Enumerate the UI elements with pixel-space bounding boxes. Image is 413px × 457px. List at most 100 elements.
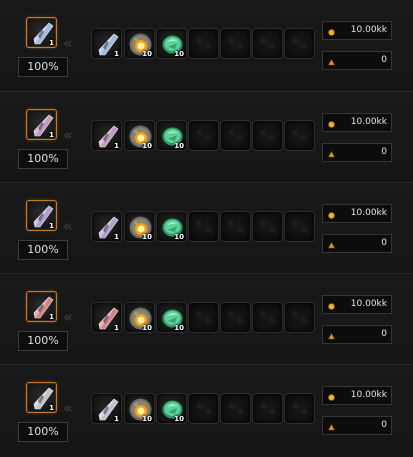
- currency-icon: [327, 148, 336, 165]
- material-slot[interactable]: 1: [91, 211, 122, 242]
- gold-cost-value: 10.00kk: [350, 208, 387, 218]
- material-qty: 1: [114, 415, 119, 423]
- result-item-slot[interactable]: 1: [26, 291, 57, 322]
- material-slot[interactable]: 10: [156, 28, 187, 59]
- recipe-row: 1 100% « 1 10 10 10.00kk 0: [0, 91, 413, 182]
- result-qty: 1: [49, 404, 54, 412]
- material-qty: 10: [174, 233, 184, 241]
- material-slot[interactable]: 10: [156, 211, 187, 242]
- material-slot[interactable]: 10: [156, 120, 187, 151]
- material-slot[interactable]: 10: [124, 28, 155, 59]
- currency-icon: [327, 421, 336, 438]
- empty-material-slot[interactable]: [220, 28, 251, 59]
- result-qty: 1: [49, 39, 54, 47]
- material-slot[interactable]: 10: [156, 393, 187, 424]
- gold-cost: 10.00kk: [322, 204, 392, 223]
- material-slot[interactable]: 10: [124, 211, 155, 242]
- gold-coin-icon: [328, 391, 335, 408]
- material-slot[interactable]: 10: [124, 393, 155, 424]
- material-qty: 10: [142, 50, 152, 58]
- gold-cost-value: 10.00kk: [350, 25, 387, 35]
- empty-material-slot[interactable]: [252, 211, 283, 242]
- material-qty: 10: [174, 50, 184, 58]
- result-item-slot[interactable]: 1: [26, 17, 57, 48]
- material-slot[interactable]: 1: [91, 28, 122, 59]
- empty-material-slot[interactable]: [188, 302, 219, 333]
- success-chance: 100%: [18, 57, 68, 77]
- recipe-row: 1 100% « 1 10 10 10.00kk 0: [0, 182, 413, 273]
- empty-material-slot[interactable]: [284, 120, 315, 151]
- material-slot[interactable]: 10: [124, 120, 155, 151]
- result-item-slot[interactable]: 1: [26, 382, 57, 413]
- currency-icon: [327, 239, 336, 256]
- empty-material-slot[interactable]: [284, 211, 315, 242]
- material-qty: 10: [174, 142, 184, 150]
- result-item-slot[interactable]: 1: [26, 109, 57, 140]
- empty-material-slot[interactable]: [252, 28, 283, 59]
- success-chance: 100%: [18, 422, 68, 442]
- empty-material-slot[interactable]: [284, 302, 315, 333]
- currency-cost: 0: [322, 234, 392, 253]
- gold-cost: 10.00kk: [322, 21, 392, 40]
- double-chevron-left-icon: «: [63, 34, 73, 52]
- gold-cost: 10.00kk: [322, 295, 392, 314]
- material-slot[interactable]: 10: [124, 302, 155, 333]
- gold-cost-value: 10.00kk: [350, 299, 387, 309]
- currency-cost: 0: [322, 143, 392, 162]
- success-chance: 100%: [18, 149, 68, 169]
- result-qty: 1: [49, 313, 54, 321]
- currency-icon: [327, 56, 336, 73]
- empty-material-slot[interactable]: [284, 393, 315, 424]
- double-chevron-left-icon: «: [63, 126, 73, 144]
- empty-material-slot[interactable]: [252, 120, 283, 151]
- gold-cost: 10.00kk: [322, 386, 392, 405]
- recipe-row: 1 100% « 1 10 10 10.00kk 0: [0, 0, 413, 91]
- material-qty: 1: [114, 324, 119, 332]
- material-qty: 10: [174, 324, 184, 332]
- result-item-slot[interactable]: 1: [26, 200, 57, 231]
- material-qty: 10: [174, 415, 184, 423]
- material-slot[interactable]: 1: [91, 120, 122, 151]
- empty-material-slot[interactable]: [188, 211, 219, 242]
- success-chance: 100%: [18, 240, 68, 260]
- recipe-row: 1 100% « 1 10 10 10.00kk 0: [0, 364, 413, 455]
- material-qty: 10: [142, 142, 152, 150]
- double-chevron-left-icon: «: [63, 308, 73, 326]
- empty-material-slot[interactable]: [220, 120, 251, 151]
- double-chevron-left-icon: «: [63, 399, 73, 417]
- gold-coin-icon: [328, 300, 335, 317]
- empty-material-slot[interactable]: [188, 393, 219, 424]
- material-qty: 10: [142, 324, 152, 332]
- recipe-row: 1 100% « 1 10 10 10.00kk 0: [0, 273, 413, 364]
- material-slot[interactable]: 10: [156, 302, 187, 333]
- material-qty: 1: [114, 50, 119, 58]
- empty-material-slot[interactable]: [252, 393, 283, 424]
- empty-material-slot[interactable]: [188, 28, 219, 59]
- currency-cost: 0: [322, 325, 392, 344]
- material-slot[interactable]: 1: [91, 393, 122, 424]
- material-qty: 1: [114, 142, 119, 150]
- currency-cost-value: 0: [381, 147, 387, 157]
- currency-cost-value: 0: [381, 55, 387, 65]
- currency-cost-value: 0: [381, 420, 387, 430]
- double-chevron-left-icon: «: [63, 217, 73, 235]
- currency-cost: 0: [322, 416, 392, 435]
- gold-coin-icon: [328, 209, 335, 226]
- currency-cost-value: 0: [381, 329, 387, 339]
- empty-material-slot[interactable]: [220, 302, 251, 333]
- gold-coin-icon: [328, 118, 335, 135]
- currency-icon: [327, 330, 336, 347]
- gold-cost-value: 10.00kk: [350, 117, 387, 127]
- empty-material-slot[interactable]: [220, 393, 251, 424]
- gold-cost: 10.00kk: [322, 113, 392, 132]
- material-slot[interactable]: 1: [91, 302, 122, 333]
- empty-material-slot[interactable]: [284, 28, 315, 59]
- gold-cost-value: 10.00kk: [350, 390, 387, 400]
- empty-material-slot[interactable]: [188, 120, 219, 151]
- gold-coin-icon: [328, 26, 335, 43]
- material-qty: 1: [114, 233, 119, 241]
- material-qty: 10: [142, 415, 152, 423]
- material-qty: 10: [142, 233, 152, 241]
- empty-material-slot[interactable]: [252, 302, 283, 333]
- empty-material-slot[interactable]: [220, 211, 251, 242]
